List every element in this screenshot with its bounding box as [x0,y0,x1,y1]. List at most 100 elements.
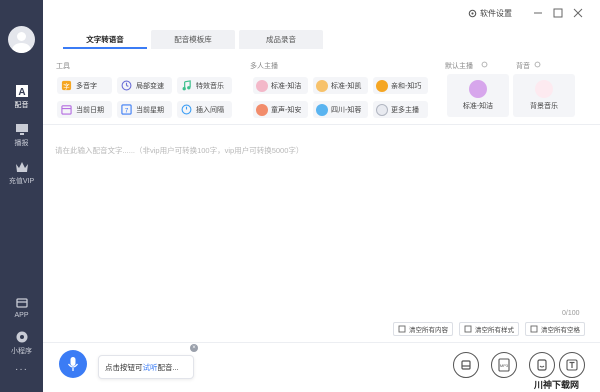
tool-date[interactable]: 当前日期 [57,101,112,118]
tab-text-to-speech[interactable]: 文字转语音 [63,30,147,49]
clear-style-label: 清空所有样式 [475,327,514,334]
settings-label: 软件设置 [480,9,512,18]
music-icon [182,80,191,91]
sidebar-item-dubbing[interactable]: A 配音 [0,84,43,110]
anchor-label: 四川-知蓉 [331,106,362,114]
week-icon: 7 [121,104,132,115]
text-t-icon [566,359,578,371]
mini-program-icon [16,331,27,343]
calendar-icon [61,105,72,115]
maximize-icon[interactable] [552,7,564,19]
sidebar-item-label: APP [14,312,29,319]
site-watermark: 川神下载网 [534,380,580,390]
listen-hint-tooltip: 点击按钮可 试听 配音... [98,355,194,379]
tool-label: 插入间隔 [196,106,224,114]
anchor-avatar-icon [469,80,487,98]
anchor-child-zhian[interactable]: 童声-知安 [253,101,308,118]
section-multi-anchor-label: 多人主播 [250,63,278,70]
speed-icon [121,80,132,91]
sidebar-item-label: 充值VIP [8,178,35,185]
clear-content-button[interactable]: 清空所有内容 [393,322,453,336]
clear-content-label: 清空所有内容 [409,327,448,334]
note-button[interactable] [529,352,555,378]
tab-finished-recordings[interactable]: 成品录音 [239,30,323,49]
default-anchor-card[interactable]: 标准-知洁 [447,74,509,117]
text-input-placeholder[interactable]: 请在此输入配音文字......（非vip用户可转换100字，vip用户可转换50… [55,145,303,156]
mp3-button[interactable]: MP3 [491,352,517,378]
sidebar-item-broadcast[interactable]: 播报 [0,122,43,148]
sidebar-item-label: 小程序 [11,348,32,355]
clear-icon [398,325,406,333]
title-bar: 软件设置 [43,0,600,28]
background-music-label: 背景音乐 [530,103,558,110]
clear-space-button[interactable]: 清空所有空格 [525,322,585,336]
more-icon [376,103,388,116]
section-tools-label: 工具 [56,63,70,70]
tool-label: 局部变速 [136,82,164,90]
anchor-standard-zhikai[interactable]: 标准-知凯 [313,77,368,94]
clear-space-label: 清空所有空格 [541,327,580,334]
minimize-icon[interactable] [532,7,544,19]
anchor-standard-zhijie[interactable]: 标准-知洁 [253,77,308,94]
more-anchors-button[interactable]: 更多主播 [373,101,428,118]
divider [43,124,600,125]
hint-prefix: 点击按钮可 [105,362,143,372]
tray-icon [461,360,471,370]
sidebar-item-vip[interactable]: 充值VIP [0,160,43,186]
tool-label: 多音字 [76,82,97,90]
sidebar: A 配音 播报 充值VIP APP 小程序 ··· [0,0,43,392]
sidebar-item-mini-program[interactable]: 小程序 [0,330,43,356]
anchor-sichuan-zhirong[interactable]: 四川-知蓉 [313,101,368,118]
clear-style-button[interactable]: 清空所有样式 [459,322,519,336]
svg-text:7: 7 [125,107,129,114]
hint-suffix: 配音... [157,362,179,372]
close-hint-button[interactable]: × [190,344,198,352]
tool-week[interactable]: 7 当前星期 [117,101,172,118]
settings-button[interactable]: 软件设置 [468,8,512,19]
gear-icon [468,9,477,18]
text-format-button[interactable] [559,352,585,378]
background-music-card[interactable]: 背景音乐 [513,74,575,117]
sidebar-item-label: 配音 [14,102,29,109]
avatar[interactable] [8,26,35,53]
settings-icon[interactable] [481,61,488,68]
anchor-label: 亲和-知巧 [391,82,422,90]
section-background-label: 背音 [516,63,530,70]
crown-icon [15,162,28,172]
divider [43,342,600,343]
music-note-icon [535,80,553,98]
anchor-friendly-zhiqiao[interactable]: 亲和-知巧 [373,77,428,94]
svg-text:字: 字 [63,81,69,90]
tool-music[interactable]: 特效音乐 [177,77,232,94]
tool-label: 当前星期 [136,106,164,114]
section-default-anchor-label: 默认主播 [445,63,473,70]
mp3-file-icon: MP3 [498,358,510,372]
anchor-label: 标准-知凯 [331,82,362,90]
microphone-button[interactable] [59,350,87,378]
sidebar-item-app[interactable]: APP [0,296,43,319]
anchor-label: 标准-知洁 [271,82,302,90]
tool-interval[interactable]: 插入间隔 [177,101,232,118]
tool-label: 当前日期 [76,106,104,114]
listen-link[interactable]: 试听 [143,362,158,373]
anchor-avatar-icon [256,79,268,92]
more-menu-button[interactable]: ··· [0,364,43,375]
anchor-avatar-icon [256,103,268,116]
ai-letter-icon: A [15,85,28,98]
char-counter: 0/100 [562,310,580,317]
anchor-avatar-icon [316,79,328,92]
anchor-avatar-icon [376,79,388,92]
tool-speed[interactable]: 局部变速 [117,77,172,94]
svg-text:MP3: MP3 [500,363,509,368]
microphone-icon [67,357,79,371]
monitor-icon [15,124,28,135]
interval-icon [181,104,192,115]
svg-text:A: A [18,87,25,98]
close-icon[interactable] [572,7,584,19]
sidebar-item-label: 播报 [14,140,29,147]
tool-polyphone[interactable]: 字 多音字 [57,77,112,94]
export-button[interactable] [453,352,479,378]
anchor-label: 更多主播 [391,106,419,114]
tab-template-library[interactable]: 配音模板库 [151,30,235,49]
settings-icon[interactable] [534,61,541,68]
